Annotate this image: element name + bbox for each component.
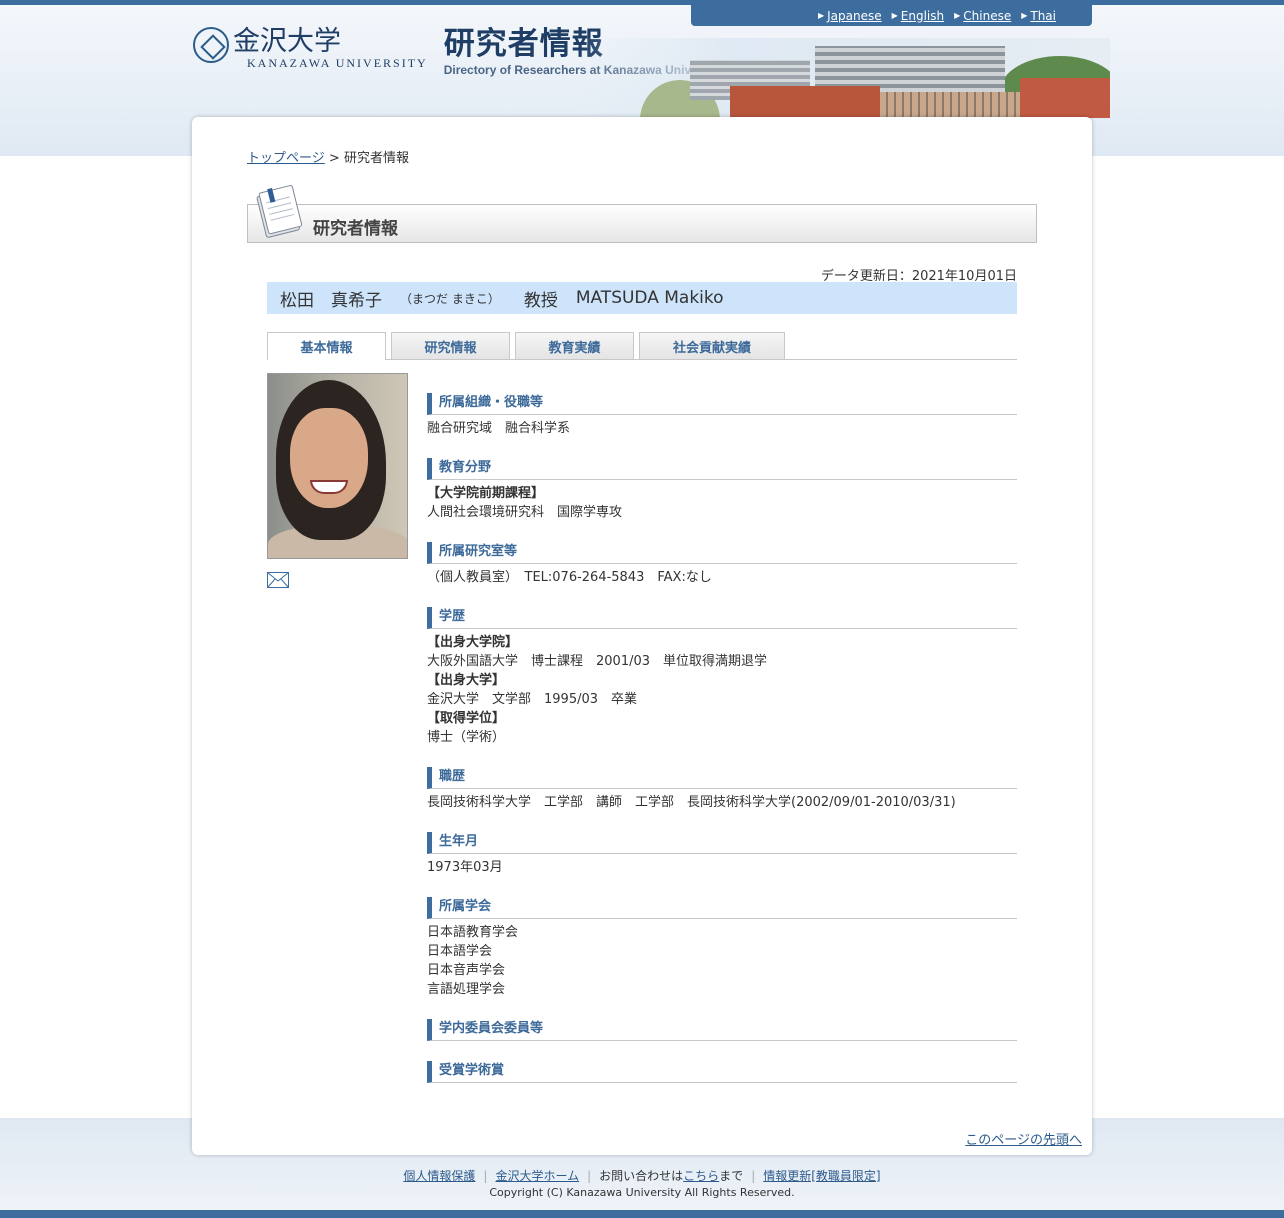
researcher-name-en: MATSUDA Makiko — [575, 288, 724, 308]
lang-english-link[interactable]: English — [901, 9, 944, 23]
mail-icon[interactable] — [267, 572, 289, 588]
section-career-body: 長岡技術科学大学 工学部 講師 工学部 長岡技術科学大学(2002/09/01-… — [427, 793, 1017, 812]
section-societies-heading: 所属学会 — [427, 897, 1017, 919]
grad-school-line: 大阪外国語大学 博士課程 2001/03 単位取得満期退学 — [427, 654, 768, 669]
footer-contact-suffix: まで — [719, 1169, 744, 1183]
education-field-label: 【大学院前期課程】 — [427, 486, 545, 501]
affiliation-line: 融合研究域 融合科学系 — [427, 421, 571, 436]
footer-home-link[interactable]: 金沢大学ホーム — [495, 1169, 579, 1183]
bottom-stripe — [0, 1210, 1284, 1218]
page-top: このページの先頭へ — [965, 1129, 1082, 1148]
tab-bar: 基本情報 研究情報 教育実績 社会貢献実績 — [267, 332, 1017, 360]
book-icon — [256, 185, 303, 238]
arrow-right-icon: ▶ — [1021, 11, 1028, 20]
section-background-body: 【出身大学院】 大阪外国語大学 博士課程 2001/03 単位取得満期退学 【出… — [427, 633, 1017, 747]
lang-english: ▶ English — [892, 9, 945, 23]
tab-social-contribution[interactable]: 社会貢献実績 — [639, 332, 785, 359]
society-item: 日本語学会 — [427, 944, 493, 959]
university-line: 金沢大学 文学部 1995/03 卒業 — [427, 692, 638, 707]
researcher-title: 教授 — [523, 290, 558, 311]
campus-photo — [580, 38, 1110, 118]
society-item: 日本語教育学会 — [427, 925, 519, 940]
tab-basic-info[interactable]: 基本情報 — [267, 332, 386, 360]
tab-education-record[interactable]: 教育実績 — [515, 332, 634, 359]
section-career-heading: 職歴 — [427, 767, 1017, 789]
footer-contact-prefix: お問い合わせは — [599, 1169, 684, 1183]
footer-separator: | — [483, 1169, 488, 1183]
lang-chinese: ▶ Chinese — [954, 9, 1011, 23]
page-top-link[interactable]: このページの先頭へ — [965, 1133, 1082, 1148]
footer-update-link[interactable]: 情報更新[教職員限定] — [763, 1169, 880, 1183]
researcher-photo — [267, 373, 408, 559]
lang-thai-link[interactable]: Thai — [1030, 9, 1056, 23]
section-education-field-heading: 教育分野 — [427, 458, 1017, 480]
arrow-right-icon: ▶ — [817, 11, 825, 20]
footer-separator: | — [587, 1169, 592, 1183]
language-bar: ▶ Japanese ▶ English ▶ Chinese ▶ Thai — [691, 5, 1092, 26]
tab-research-info[interactable]: 研究情報 — [391, 332, 510, 359]
university-name-en: KANAZAWA UNIVERSITY — [247, 56, 428, 70]
section-societies-body: 日本語教育学会 日本語学会 日本音声学会 言語処理学会 — [427, 923, 1017, 999]
degree-label: 【取得学位】 — [427, 711, 506, 726]
footer-links: 個人情報保護 | 金沢大学ホーム | お問い合わせはこちらまで | 情報更新[教職員限定] — [0, 1167, 1284, 1184]
breadcrumb: トップページ > 研究者情報 — [247, 147, 409, 166]
footer-contact-link[interactable]: こちら — [683, 1169, 719, 1183]
lang-thai: ▶ Thai — [1021, 9, 1056, 23]
university-seal-icon — [193, 27, 229, 63]
section-birth-body: 1973年03月 — [427, 858, 1017, 877]
copyright: Copyright (C) Kanazawa University All Ri… — [489, 1186, 795, 1199]
page-heading-bar: 研究者情報 — [247, 204, 1037, 243]
breadcrumb-home-link[interactable]: トップページ — [247, 151, 325, 166]
lang-japanese: ▶ Japanese — [818, 9, 882, 23]
section-background-heading: 学歴 — [427, 607, 1017, 629]
page-title: 研究者情報 — [313, 219, 398, 239]
footer-privacy-link[interactable]: 個人情報保護 — [403, 1169, 475, 1183]
section-lab-heading: 所属研究室等 — [427, 542, 1017, 564]
section-affiliation-heading: 所属組織・役職等 — [427, 393, 1017, 415]
career-line: 長岡技術科学大学 工学部 講師 工学部 長岡技術科学大学(2002/09/01-… — [427, 795, 956, 810]
grad-school-label: 【出身大学院】 — [427, 635, 519, 650]
society-item: 言語処理学会 — [427, 982, 506, 997]
society-item: 日本音声学会 — [427, 963, 506, 978]
section-birth-heading: 生年月 — [427, 832, 1017, 854]
section-awards-heading: 受賞学術賞 — [427, 1061, 1017, 1083]
university-name-ja: 金沢大学 — [233, 26, 341, 57]
arrow-right-icon: ▶ — [954, 11, 961, 20]
lang-japanese-link[interactable]: Japanese — [827, 9, 882, 23]
footer-separator: | — [751, 1169, 756, 1183]
section-affiliation-body: 融合研究域 融合科学系 — [427, 419, 1017, 438]
arrow-right-icon: ▶ — [891, 11, 898, 20]
breadcrumb-separator: > — [328, 151, 340, 166]
section-lab-body: （個人教員室） TEL:076-264-5843 FAX:なし — [427, 568, 1017, 587]
birth-line: 1973年03月 — [427, 860, 503, 875]
researcher-name-kana: （まつだ まきこ） — [400, 291, 500, 306]
degree-line: 博士（学術） — [427, 730, 506, 745]
university-name: 金沢大学 KANAZAWA UNIVERSITY — [233, 26, 428, 70]
breadcrumb-current: 研究者情報 — [343, 151, 409, 166]
section-committees-heading: 学内委員会委員等 — [427, 1019, 1017, 1041]
university-label: 【出身大学】 — [427, 673, 506, 688]
education-field-line: 人間社会環境研究科 国際学専攻 — [427, 505, 623, 520]
lab-line: （個人教員室） TEL:076-264-5843 FAX:なし — [427, 570, 712, 585]
researcher-name-bar: 松田 真希子 （まつだ まきこ） 教授 MATSUDA Makiko — [267, 282, 1017, 314]
section-education-field-body: 【大学院前期課程】 人間社会環境研究科 国際学専攻 — [427, 484, 1017, 522]
researcher-name: 松田 真希子 — [280, 290, 382, 311]
lang-chinese-link[interactable]: Chinese — [963, 9, 1011, 23]
